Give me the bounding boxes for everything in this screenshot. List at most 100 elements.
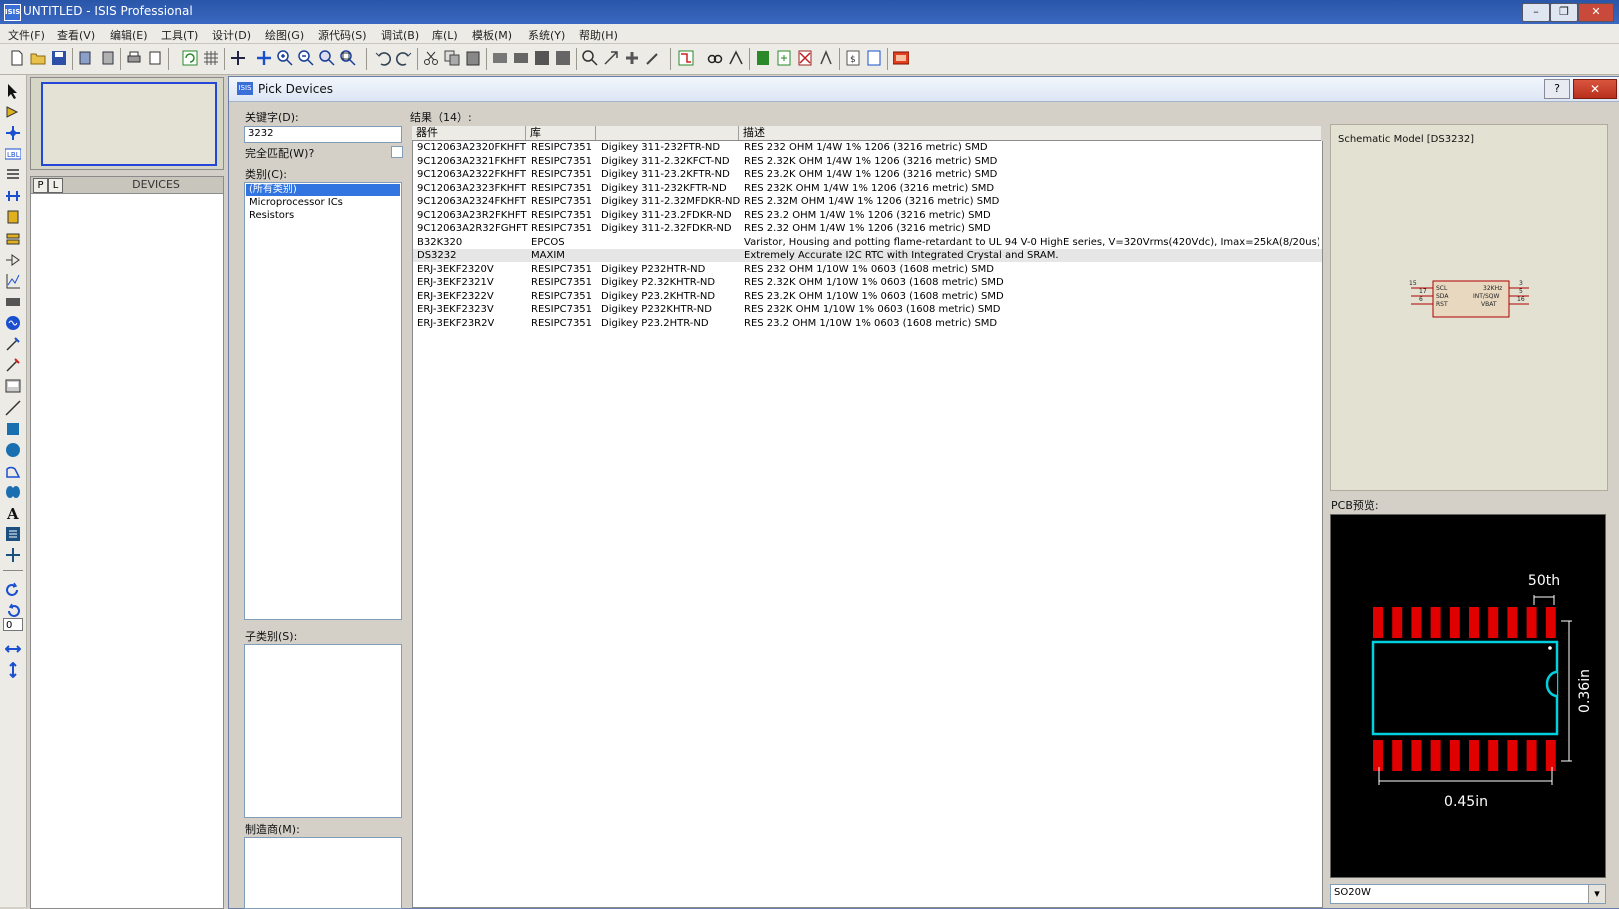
origin-icon[interactable]: [230, 50, 246, 66]
add-sheet-icon[interactable]: [776, 50, 792, 66]
voltage-probe-icon[interactable]: [5, 336, 21, 352]
copy-icon[interactable]: [444, 50, 460, 66]
restore-button[interactable]: ❐: [1550, 3, 1578, 22]
zoom-all-icon[interactable]: [319, 50, 335, 66]
circle-icon[interactable]: [5, 442, 21, 458]
path-icon[interactable]: [5, 484, 21, 500]
result-row[interactable]: B32K320 EPCOS Varistor, Housing and pottin…: [413, 236, 1322, 249]
bus-icon[interactable]: [5, 188, 21, 204]
generator-icon[interactable]: [5, 315, 21, 331]
menu-debug[interactable]: 调试(B): [381, 27, 419, 43]
match-whole-checkbox[interactable]: [391, 146, 403, 158]
menu-file[interactable]: 文件(F): [8, 27, 45, 43]
erc-icon[interactable]: [866, 50, 882, 66]
footprint-select[interactable]: SO20W ▾: [1330, 884, 1606, 904]
marker-icon[interactable]: [5, 547, 21, 563]
category-item-microprocessor[interactable]: Microprocessor ICs: [249, 197, 343, 208]
netlist-icon[interactable]: [755, 50, 771, 66]
decompose-icon[interactable]: [645, 50, 661, 66]
close-button[interactable]: ✕: [1578, 3, 1614, 22]
junction-dot-icon[interactable]: [5, 125, 21, 141]
zoom-area-icon[interactable]: [340, 50, 356, 66]
mirror-vertical-icon[interactable]: [5, 662, 21, 678]
property-tool-icon[interactable]: [728, 50, 744, 66]
menu-design[interactable]: 设计(D): [212, 27, 251, 43]
arc-icon[interactable]: [5, 463, 21, 479]
result-row[interactable]: 9C12063A2322FKHFT RESIPC7351 Digikey 311-2…: [413, 168, 1322, 181]
symbol-icon[interactable]: [5, 526, 21, 542]
chevron-down-icon[interactable]: ▾: [1588, 885, 1605, 903]
menu-graph[interactable]: 绘图(G): [265, 27, 304, 43]
result-row[interactable]: 9C12063A23R2FKHFT RESIPC7351 Digikey 311-2…: [413, 209, 1322, 222]
wire-autoroute-icon[interactable]: [678, 50, 694, 66]
redo-icon[interactable]: [396, 50, 412, 66]
new-file-icon[interactable]: [9, 50, 25, 66]
results-table[interactable]: 9C12063A2320FKHFT RESIPC7351 Digikey 311-2…: [412, 141, 1323, 908]
block-delete-icon[interactable]: [555, 50, 571, 66]
overview-window[interactable]: [30, 77, 224, 170]
column-description[interactable]: 描述: [739, 126, 1321, 140]
minimize-button[interactable]: –: [1522, 3, 1550, 22]
menu-template[interactable]: 模板(M): [472, 27, 512, 43]
result-row[interactable]: ERJ-3EKF23R2V RESIPC7351 Digikey P23.2HTR-…: [413, 317, 1322, 330]
library-manager-button[interactable]: L: [48, 178, 63, 193]
print-icon[interactable]: [126, 50, 142, 66]
result-row[interactable]: ERJ-3EKF2322V RESIPC7351 Digikey P23.2KHTR…: [413, 290, 1322, 303]
result-row[interactable]: ERJ-3EKF2321V RESIPC7351 Digikey P2.32KHTR…: [413, 276, 1322, 289]
pick-device-icon[interactable]: [582, 50, 598, 66]
menu-help[interactable]: 帮助(H): [579, 27, 618, 43]
rotate-anticlockwise-icon[interactable]: [5, 603, 21, 619]
result-row[interactable]: ERJ-3EKF2320V RESIPC7351 Digikey P232HTR-N…: [413, 263, 1322, 276]
packaging-icon[interactable]: [624, 50, 640, 66]
device-list[interactable]: [30, 193, 224, 909]
result-row[interactable]: 9C12063A2R32FGHFT RESIPC7351 Digikey 311-2…: [413, 222, 1322, 235]
result-row[interactable]: 9C12063A2321FKHFT RESIPC7351 Digikey 311-2…: [413, 155, 1322, 168]
keyword-input[interactable]: 3232: [244, 126, 402, 143]
make-device-icon[interactable]: [603, 50, 619, 66]
graph-mode-icon[interactable]: [5, 273, 21, 289]
result-row[interactable]: 9C12063A2320FKHFT RESIPC7351 Digikey 311-2…: [413, 141, 1322, 154]
grid-icon[interactable]: [203, 50, 219, 66]
dialog-close-button[interactable]: ✕: [1573, 79, 1617, 99]
menu-system[interactable]: 系统(Y): [528, 27, 565, 43]
menu-source[interactable]: 源代码(S): [318, 27, 367, 43]
category-list[interactable]: (所有类别) Microprocessor ICs Resistors: [244, 182, 402, 620]
column-library[interactable]: 库: [526, 126, 596, 140]
menu-edit[interactable]: 编辑(E): [110, 27, 148, 43]
open-folder-icon[interactable]: [30, 50, 46, 66]
wire-label-icon[interactable]: LBL: [5, 146, 21, 162]
manufacturer-list[interactable]: [244, 837, 402, 909]
pick-from-library-button[interactable]: P: [33, 178, 48, 193]
bill-of-materials-icon[interactable]: $: [845, 50, 861, 66]
terminals-icon[interactable]: [5, 231, 21, 247]
mirror-horizontal-icon[interactable]: [5, 641, 21, 657]
menu-library[interactable]: 库(L): [432, 27, 458, 43]
ares-icon[interactable]: [893, 50, 909, 66]
block-move-icon[interactable]: [513, 50, 529, 66]
result-row[interactable]: ERJ-3EKF2323V RESIPC7351 Digikey P232KHTR-…: [413, 303, 1322, 316]
component-mode-icon[interactable]: [5, 104, 21, 120]
rotate-clockwise-icon[interactable]: [5, 582, 21, 598]
refresh-icon[interactable]: [182, 50, 198, 66]
cut-icon[interactable]: [423, 50, 439, 66]
device-pins-icon[interactable]: [5, 252, 21, 268]
search-icon[interactable]: [707, 50, 723, 66]
block-copy-icon[interactable]: [492, 50, 508, 66]
zoom-out-icon[interactable]: [298, 50, 314, 66]
column-part[interactable]: [596, 126, 739, 140]
virtual-instrument-icon[interactable]: [5, 378, 21, 394]
tape-recorder-icon[interactable]: [5, 294, 21, 310]
undo-icon[interactable]: [375, 50, 391, 66]
category-item-all[interactable]: (所有类别): [246, 184, 400, 196]
text-icon[interactable]: A: [5, 505, 21, 521]
current-probe-icon[interactable]: [5, 357, 21, 373]
result-row[interactable]: 9C12063A2324FKHFT RESIPC7351 Digikey 311-2…: [413, 195, 1322, 208]
subcircuit-icon[interactable]: [5, 209, 21, 225]
export-icon[interactable]: [99, 50, 115, 66]
block-rotate-icon[interactable]: [534, 50, 550, 66]
result-row[interactable]: DS3232 MAXIM Extremely Accurate I2C RTC wi…: [413, 249, 1322, 262]
zoom-in-icon[interactable]: [277, 50, 293, 66]
save-icon[interactable]: [51, 50, 67, 66]
result-row[interactable]: 9C12063A2323FKHFT RESIPC7351 Digikey 311-2…: [413, 182, 1322, 195]
rotation-angle-field[interactable]: 0: [3, 618, 23, 631]
